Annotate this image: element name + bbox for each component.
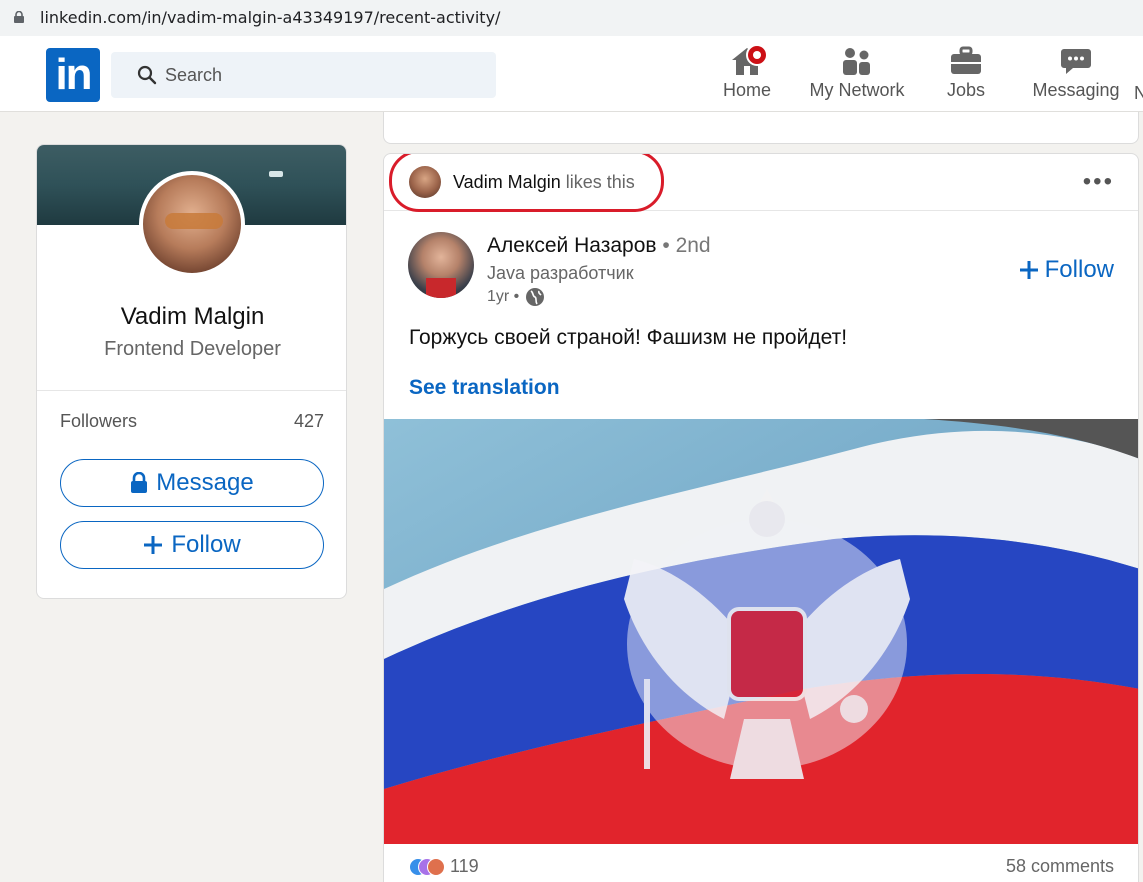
- author-avatar[interactable]: [408, 232, 474, 298]
- profile-divider: [37, 390, 346, 391]
- reactions-summary[interactable]: 119: [409, 856, 479, 877]
- plus-icon: [144, 536, 163, 554]
- profile-avatar[interactable]: [139, 171, 245, 277]
- post-follow-label: Follow: [1044, 256, 1114, 283]
- comments-count[interactable]: 58 comments: [1006, 856, 1114, 877]
- linkedin-logo[interactable]: in: [46, 48, 100, 102]
- messaging-icon: [1061, 49, 1091, 74]
- follow-button[interactable]: Follow: [60, 521, 324, 569]
- search-input[interactable]: [165, 60, 465, 90]
- nav-my-network-label: My Network: [809, 80, 905, 100]
- post-meta: 1yr •: [487, 287, 545, 307]
- more-options-icon[interactable]: •••: [1083, 170, 1114, 194]
- red-highlight-annotation: [389, 154, 664, 212]
- previous-post-footer: [383, 112, 1139, 144]
- post-follow-button[interactable]: Follow: [1019, 256, 1114, 284]
- lock-icon: [131, 472, 148, 493]
- cover-boat: [269, 171, 283, 177]
- top-nav: in Home My Network Jobs: [0, 36, 1143, 112]
- nav-home[interactable]: Home: [716, 44, 778, 106]
- avatar-glasses: [165, 213, 223, 229]
- message-button-label: Message: [156, 469, 254, 496]
- profile-headline: Frontend Developer: [104, 338, 281, 360]
- avatar-shirt: [426, 278, 456, 298]
- author-name-line: Алексей Назаров • 2nd: [487, 234, 711, 258]
- nav-truncated-item[interactable]: N: [1134, 83, 1143, 104]
- message-button[interactable]: Message: [60, 459, 324, 507]
- author-headline: Java разработчик: [487, 263, 634, 283]
- followers-label: Followers: [60, 411, 138, 431]
- post-text: Горжусь своей страной! Фашизм не пройдет…: [409, 326, 848, 349]
- feed-post: Vadim Malgin likes this ••• Алексей Наза…: [383, 153, 1139, 882]
- post-image[interactable]: [384, 419, 1138, 844]
- connection-degree: • 2nd: [662, 234, 711, 257]
- search-icon: [137, 65, 157, 85]
- briefcase-icon: [951, 46, 981, 74]
- search-box[interactable]: [111, 52, 496, 98]
- plus-icon: [1019, 261, 1038, 279]
- reaction-count: 119: [450, 856, 479, 876]
- nav-my-network[interactable]: My Network: [803, 46, 911, 106]
- nav-messaging[interactable]: Messaging: [1030, 46, 1122, 106]
- nav-home-label: Home: [722, 80, 771, 100]
- profile-name[interactable]: Vadim Malgin: [37, 303, 346, 331]
- love-reaction-icon: [427, 857, 445, 876]
- profile-card: Vadim Malgin Frontend Developer Follower…: [36, 144, 347, 599]
- nav-messaging-label: Messaging: [1032, 80, 1120, 100]
- nav-jobs[interactable]: Jobs: [937, 46, 995, 106]
- post-social-context: Vadim Malgin likes this •••: [384, 154, 1138, 212]
- network-icon: [843, 48, 870, 75]
- url-text[interactable]: linkedin.com/in/vadim-malgin-a43349197/r…: [40, 8, 500, 27]
- browser-address-bar: linkedin.com/in/vadim-malgin-a43349197/r…: [0, 0, 1143, 36]
- see-translation-link[interactable]: See translation: [409, 376, 560, 400]
- author-name[interactable]: Алексей Назаров: [487, 234, 657, 257]
- followers-count: 427: [293, 411, 324, 431]
- notification-badge: [746, 44, 768, 66]
- post-time: 1yr •: [487, 288, 520, 305]
- globe-icon: [526, 288, 545, 306]
- lock-icon: [14, 11, 24, 23]
- follow-button-label: Follow: [171, 531, 241, 558]
- nav-jobs-label: Jobs: [946, 80, 986, 100]
- flag-with-coat-of-arms-image: [384, 419, 1138, 844]
